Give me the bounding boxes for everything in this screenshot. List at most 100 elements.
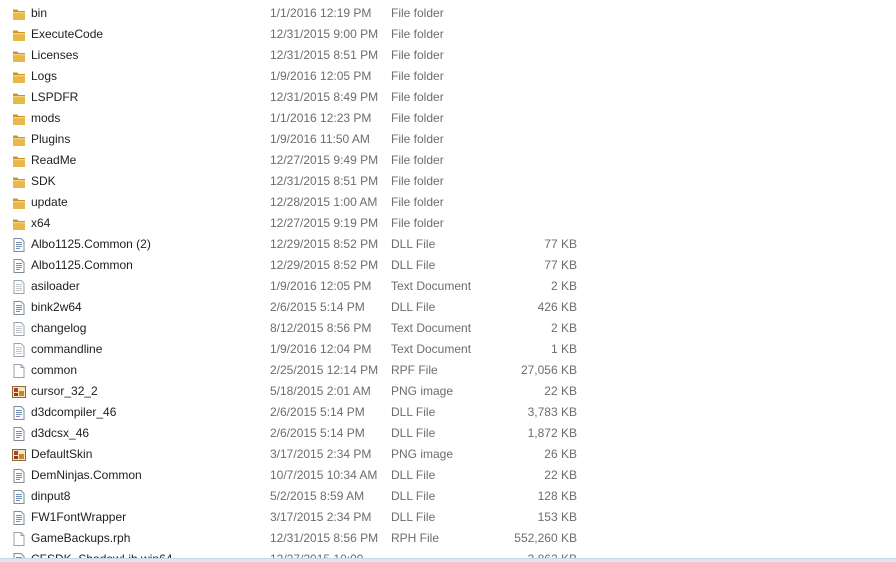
date-modified: 12/29/2015 8:52 PM: [270, 258, 379, 272]
date-modified: 1/9/2016 12:05 PM: [270, 69, 372, 83]
file-size: 552,260 KB: [514, 531, 577, 545]
file-row[interactable]: Albo1125.Common 12/29/2015 8:52 PM DLL Fil…: [0, 255, 896, 276]
file-list[interactable]: bin 1/1/2016 12:19 PM File folder ExecuteCo…: [0, 3, 896, 561]
file-size: 77 KB: [544, 237, 577, 251]
file-type: File folder: [391, 27, 444, 41]
folder-row[interactable]: LSPDFR 12/31/2015 8:49 PM File folder: [0, 87, 896, 108]
file-type: DLL File: [391, 426, 436, 440]
file-size: 22 KB: [544, 468, 577, 482]
png-image-icon: [11, 447, 27, 463]
file-type: File folder: [391, 153, 444, 167]
file-type: PNG image: [391, 447, 454, 461]
file-name: Albo1125.Common (2): [31, 237, 151, 251]
folder-row[interactable]: ExecuteCode 12/31/2015 9:00 PM File folder: [0, 24, 896, 45]
file-size: 128 KB: [537, 489, 577, 503]
file-row[interactable]: changelog 8/12/2015 8:56 PM Text Document 2…: [0, 318, 896, 339]
file-name: Plugins: [31, 132, 71, 146]
file-type: Text Document: [391, 342, 472, 356]
file-size: 22 KB: [544, 384, 577, 398]
folder-row[interactable]: x64 12/27/2015 9:19 PM File folder: [0, 213, 896, 234]
date-modified: 12/27/2015 9:19 PM: [270, 216, 379, 230]
file-type: File folder: [391, 216, 444, 230]
file-type: DLL File: [391, 258, 436, 272]
folder-row[interactable]: bin 1/1/2016 12:19 PM File folder: [0, 3, 896, 24]
date-modified: 12/31/2015 9:00 PM: [270, 27, 379, 41]
folder-icon: [11, 6, 27, 22]
file-row[interactable]: d3dcompiler_46 2/6/2015 5:14 PM DLL File 3,…: [0, 402, 896, 423]
file-type: File folder: [391, 132, 444, 146]
date-modified: 1/9/2016 12:05 PM: [270, 279, 372, 293]
file-type: File folder: [391, 69, 444, 83]
file-row[interactable]: common 2/25/2015 12:14 PM RPF File 27,056 K…: [0, 360, 896, 381]
file-type: RPF File: [391, 363, 438, 377]
date-modified: 12/31/2015 8:49 PM: [270, 90, 379, 104]
text-file-icon: [11, 321, 27, 337]
folder-row[interactable]: update 12/28/2015 1:00 AM File folder: [0, 192, 896, 213]
file-name: Albo1125.Common: [31, 258, 133, 272]
folder-icon: [11, 69, 27, 85]
file-row[interactable]: cursor_32_2 5/18/2015 2:01 AM PNG image 22 …: [0, 381, 896, 402]
date-modified: 3/17/2015 2:34 PM: [270, 447, 372, 461]
file-row[interactable]: asiloader 1/9/2016 12:05 PM Text Document 2…: [0, 276, 896, 297]
date-modified: 3/17/2015 2:34 PM: [270, 510, 372, 524]
file-name: Licenses: [31, 48, 79, 62]
blank-file-icon: [11, 531, 27, 547]
blank-file-icon: [11, 363, 27, 379]
file-name: changelog: [31, 321, 87, 335]
file-name: commandline: [31, 342, 103, 356]
folder-icon: [11, 195, 27, 211]
text-file-icon: [11, 279, 27, 295]
dll-file-icon: [11, 300, 27, 316]
file-type: DLL File: [391, 510, 436, 524]
folder-icon: [11, 153, 27, 169]
file-name: common: [31, 363, 78, 377]
file-size: 1,872 KB: [527, 426, 577, 440]
file-row[interactable]: FW1FontWrapper 3/17/2015 2:34 PM DLL File 1…: [0, 507, 896, 528]
dll-file-icon: [11, 489, 27, 505]
file-name: dinput8: [31, 489, 71, 503]
file-name: mods: [31, 111, 61, 125]
file-size: 26 KB: [544, 447, 577, 461]
file-type: Text Document: [391, 279, 472, 293]
dll-file-icon: [11, 510, 27, 526]
file-type: File folder: [391, 174, 444, 188]
file-row[interactable]: GameBackups.rph 12/31/2015 8:56 PM RPH Fil…: [0, 528, 896, 549]
dll-file-icon: [11, 405, 27, 421]
file-size: 153 KB: [537, 510, 577, 524]
folder-row[interactable]: SDK 12/31/2015 8:51 PM File folder: [0, 171, 896, 192]
file-name: bin: [31, 6, 48, 20]
dll-file-icon: [11, 237, 27, 253]
file-row[interactable]: dinput8 5/2/2015 8:59 AM DLL File 128 KB: [0, 486, 896, 507]
file-type: DLL File: [391, 468, 436, 482]
file-row[interactable]: d3dcsx_46 2/6/2015 5:14 PM DLL File 1,872 K…: [0, 423, 896, 444]
file-type: DLL File: [391, 237, 436, 251]
folder-row[interactable]: Licenses 12/31/2015 8:51 PM File folder: [0, 45, 896, 66]
date-modified: 1/1/2016 12:23 PM: [270, 111, 372, 125]
folder-row[interactable]: Logs 1/9/2016 12:05 PM File folder: [0, 66, 896, 87]
date-modified: 12/28/2015 1:00 AM: [270, 195, 378, 209]
file-type: Text Document: [391, 321, 472, 335]
file-row[interactable]: bink2w64 2/6/2015 5:14 PM DLL File 426 KB: [0, 297, 896, 318]
date-modified: 12/31/2015 8:51 PM: [270, 48, 379, 62]
date-modified: 2/6/2015 5:14 PM: [270, 405, 365, 419]
folder-row[interactable]: mods 1/1/2016 12:23 PM File folder: [0, 108, 896, 129]
folder-icon: [11, 132, 27, 148]
file-size: 27,056 KB: [520, 363, 577, 377]
dll-file-icon: [11, 258, 27, 274]
file-row[interactable]: DemNinjas.Common 10/7/2015 10:34 AM DLL Fi…: [0, 465, 896, 486]
folder-icon: [11, 90, 27, 106]
folder-row[interactable]: Plugins 1/9/2016 11:50 AM File folder: [0, 129, 896, 150]
folder-row[interactable]: ReadMe 12/27/2015 9:49 PM File folder: [0, 150, 896, 171]
file-size: 1 KB: [550, 342, 577, 356]
date-modified: 12/31/2015 8:56 PM: [270, 531, 379, 545]
file-row[interactable]: DefaultSkin 3/17/2015 2:34 PM PNG image 26 …: [0, 444, 896, 465]
png-image-icon: [11, 384, 27, 400]
file-row[interactable]: commandline 1/9/2016 12:04 PM Text Documen…: [0, 339, 896, 360]
file-name: update: [31, 195, 68, 209]
file-name: cursor_32_2: [31, 384, 98, 398]
file-row[interactable]: Albo1125.Common (2) 12/29/2015 8:52 PM DLL…: [0, 234, 896, 255]
dll-file-icon: [11, 468, 27, 484]
file-size: 2 KB: [550, 279, 577, 293]
file-size: 3,783 KB: [527, 405, 577, 419]
file-name: asiloader: [31, 279, 80, 293]
